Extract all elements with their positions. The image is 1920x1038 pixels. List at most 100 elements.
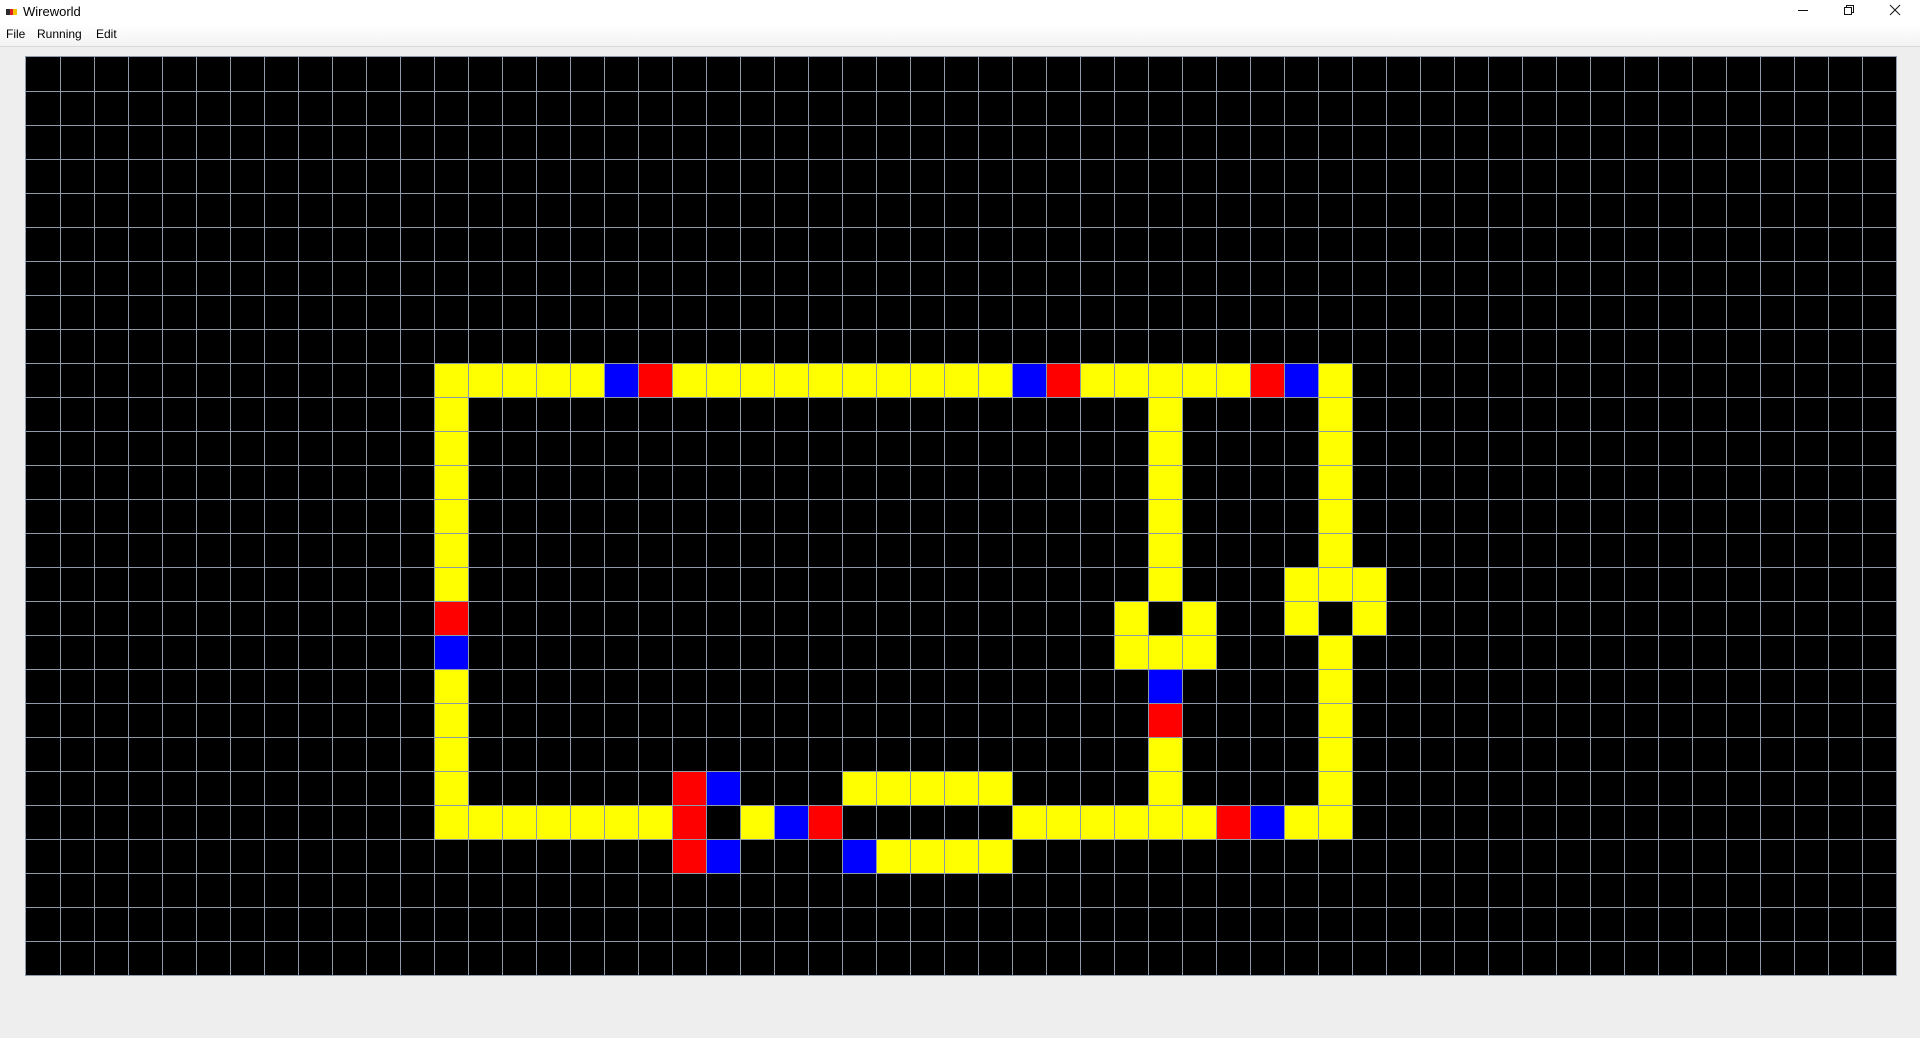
cell-conductor[interactable] — [672, 363, 706, 397]
cell-conductor[interactable] — [808, 363, 842, 397]
cell-conductor[interactable] — [434, 567, 468, 601]
cell-conductor[interactable] — [434, 805, 468, 839]
cell-conductor[interactable] — [468, 805, 502, 839]
cell-conductor[interactable] — [1284, 601, 1318, 635]
cell-conductor[interactable] — [570, 363, 604, 397]
cell-conductor[interactable] — [536, 363, 570, 397]
cell-conductor[interactable] — [1148, 533, 1182, 567]
cell-conductor[interactable] — [434, 363, 468, 397]
cell-conductor[interactable] — [434, 499, 468, 533]
cell-tail[interactable] — [1148, 703, 1182, 737]
cell-conductor[interactable] — [1148, 771, 1182, 805]
cell-conductor[interactable] — [1148, 465, 1182, 499]
cell-conductor[interactable] — [842, 771, 876, 805]
cell-conductor[interactable] — [1284, 805, 1318, 839]
cell-conductor[interactable] — [774, 363, 808, 397]
cell-tail[interactable] — [638, 363, 672, 397]
cell-conductor[interactable] — [502, 363, 536, 397]
cell-conductor[interactable] — [944, 771, 978, 805]
cell-conductor[interactable] — [1114, 635, 1148, 669]
cell-conductor[interactable] — [1148, 737, 1182, 771]
cell-conductor[interactable] — [1148, 567, 1182, 601]
cell-conductor[interactable] — [910, 771, 944, 805]
cell-tail[interactable] — [1046, 363, 1080, 397]
cell-conductor[interactable] — [1046, 805, 1080, 839]
cell-conductor[interactable] — [1318, 771, 1352, 805]
cell-head[interactable] — [1012, 363, 1046, 397]
cell-head[interactable] — [604, 363, 638, 397]
cell-conductor[interactable] — [910, 363, 944, 397]
cell-conductor[interactable] — [434, 771, 468, 805]
cell-conductor[interactable] — [434, 397, 468, 431]
cell-conductor[interactable] — [1148, 363, 1182, 397]
cell-conductor[interactable] — [876, 839, 910, 873]
cell-conductor[interactable] — [434, 431, 468, 465]
cell-conductor[interactable] — [1148, 635, 1182, 669]
cell-conductor[interactable] — [842, 363, 876, 397]
cell-conductor[interactable] — [536, 805, 570, 839]
cell-conductor[interactable] — [434, 737, 468, 771]
cell-conductor[interactable] — [876, 771, 910, 805]
cell-conductor[interactable] — [1352, 567, 1386, 601]
cell-conductor[interactable] — [740, 805, 774, 839]
cell-tail[interactable] — [1216, 805, 1250, 839]
cell-conductor[interactable] — [434, 465, 468, 499]
cell-conductor[interactable] — [944, 839, 978, 873]
menu-edit[interactable]: Edit — [96, 27, 117, 41]
cell-tail[interactable] — [434, 601, 468, 635]
cell-conductor[interactable] — [1318, 567, 1352, 601]
cell-head[interactable] — [1284, 363, 1318, 397]
cell-head[interactable] — [842, 839, 876, 873]
cell-conductor[interactable] — [434, 533, 468, 567]
cell-conductor[interactable] — [570, 805, 604, 839]
minimize-button[interactable] — [1780, 0, 1826, 22]
cell-conductor[interactable] — [1114, 805, 1148, 839]
cell-head[interactable] — [706, 771, 740, 805]
cell-head[interactable] — [1250, 805, 1284, 839]
cell-conductor[interactable] — [1148, 499, 1182, 533]
cell-conductor[interactable] — [1318, 465, 1352, 499]
cell-conductor[interactable] — [1318, 805, 1352, 839]
cell-conductor[interactable] — [740, 363, 774, 397]
cell-tail[interactable] — [672, 839, 706, 873]
cell-conductor[interactable] — [1284, 567, 1318, 601]
cell-conductor[interactable] — [944, 363, 978, 397]
cell-conductor[interactable] — [1080, 363, 1114, 397]
cell-conductor[interactable] — [910, 839, 944, 873]
cell-head[interactable] — [706, 839, 740, 873]
cell-conductor[interactable] — [1114, 363, 1148, 397]
cell-conductor[interactable] — [1318, 533, 1352, 567]
menu-running[interactable]: Running — [37, 27, 82, 41]
cell-conductor[interactable] — [468, 363, 502, 397]
cell-conductor[interactable] — [876, 363, 910, 397]
cell-conductor[interactable] — [1148, 805, 1182, 839]
cell-conductor[interactable] — [1148, 431, 1182, 465]
cell-grid[interactable] — [26, 57, 1896, 975]
cell-conductor[interactable] — [1080, 805, 1114, 839]
cell-conductor[interactable] — [638, 805, 672, 839]
cell-conductor[interactable] — [1182, 805, 1216, 839]
cell-conductor[interactable] — [1148, 397, 1182, 431]
cell-conductor[interactable] — [1182, 601, 1216, 635]
cell-conductor[interactable] — [434, 703, 468, 737]
cell-conductor[interactable] — [1318, 737, 1352, 771]
cell-conductor[interactable] — [1318, 363, 1352, 397]
cell-tail[interactable] — [808, 805, 842, 839]
cell-conductor[interactable] — [1318, 703, 1352, 737]
cell-tail[interactable] — [672, 771, 706, 805]
wireworld-board[interactable] — [25, 56, 1897, 976]
cell-conductor[interactable] — [706, 363, 740, 397]
cell-conductor[interactable] — [1012, 805, 1046, 839]
cell-conductor[interactable] — [1216, 363, 1250, 397]
cell-conductor[interactable] — [1182, 363, 1216, 397]
cell-head[interactable] — [774, 805, 808, 839]
cell-conductor[interactable] — [1318, 431, 1352, 465]
close-button[interactable] — [1872, 0, 1918, 22]
cell-conductor[interactable] — [1318, 669, 1352, 703]
cell-head[interactable] — [1148, 669, 1182, 703]
cell-conductor[interactable] — [1352, 601, 1386, 635]
cell-conductor[interactable] — [1182, 635, 1216, 669]
cell-conductor[interactable] — [1114, 601, 1148, 635]
cell-conductor[interactable] — [604, 805, 638, 839]
menu-file[interactable]: File — [6, 27, 25, 41]
